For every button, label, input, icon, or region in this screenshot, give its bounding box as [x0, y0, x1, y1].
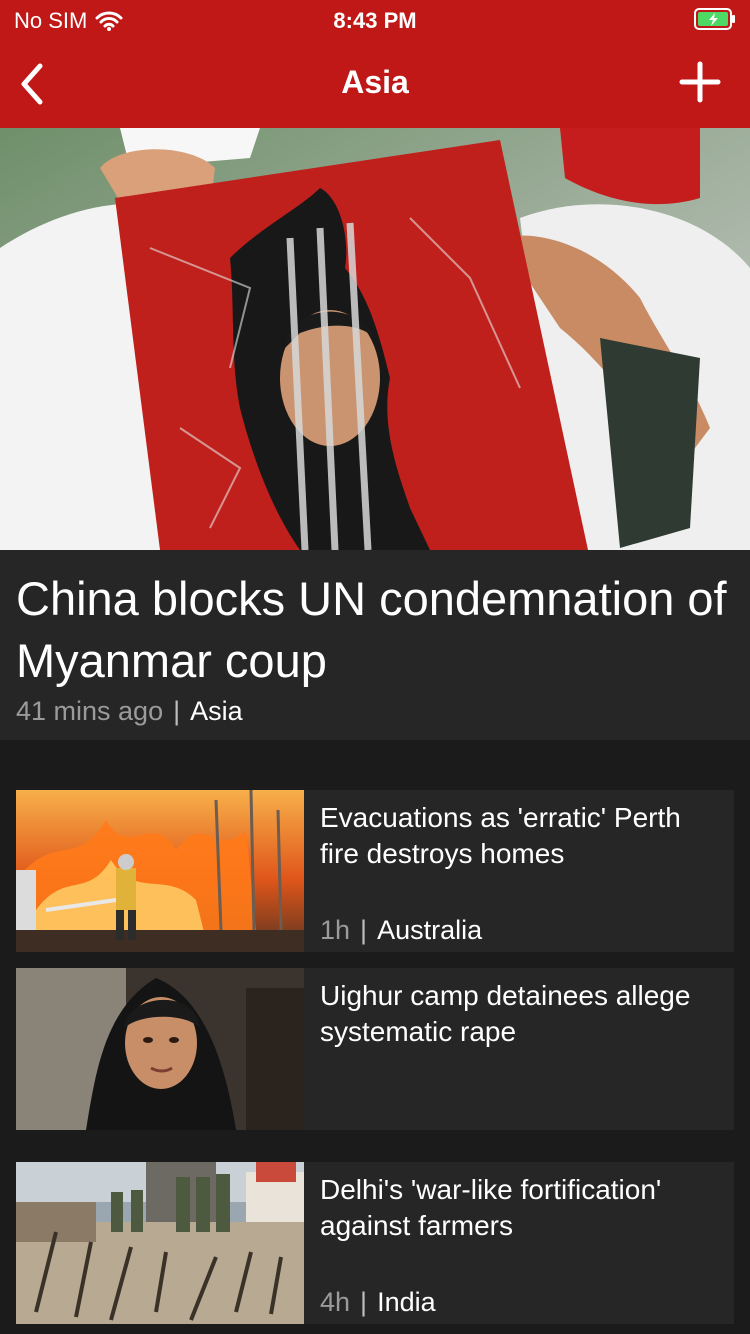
hero-meta: 41 mins ago | Asia	[16, 696, 243, 727]
story-category[interactable]: Australia	[377, 915, 482, 945]
status-time: 8:43 PM	[333, 8, 417, 33]
hero-time: 41 mins ago	[16, 696, 164, 726]
hero-story[interactable]: China blocks UN condemnation of Myanmar …	[0, 550, 750, 740]
story-time: 1h	[320, 915, 351, 945]
nav-bar: Asia	[0, 42, 750, 128]
hero-category[interactable]: Asia	[190, 696, 243, 726]
story-thumbnail[interactable]	[16, 1162, 304, 1324]
story-meta: 4h | India	[320, 1287, 436, 1318]
list-item[interactable]: Evacuations as 'erratic' Perth fire dest…	[16, 790, 734, 952]
list-item[interactable]: Uighur camp detainees allege systematic …	[16, 968, 734, 1130]
status-bar: No SIM 8:43 PM	[0, 0, 750, 42]
app-header: No SIM 8:43 PM Asia	[0, 0, 750, 128]
story-time: 4h	[320, 1287, 351, 1317]
story-headline[interactable]: Evacuations as 'erratic' Perth fire dest…	[320, 800, 720, 872]
story-thumbnail[interactable]	[16, 790, 304, 952]
story-category[interactable]: India	[377, 1287, 436, 1317]
plus-icon[interactable]	[678, 60, 722, 104]
battery-charging-icon	[694, 8, 735, 30]
meta-separator: |	[360, 915, 368, 945]
story-meta: 1h | Australia	[320, 915, 482, 946]
hero-image[interactable]	[0, 128, 750, 550]
meta-separator: |	[173, 696, 181, 726]
story-headline[interactable]: Uighur camp detainees allege systematic …	[320, 978, 720, 1050]
meta-separator: |	[360, 1287, 368, 1317]
hero-headline[interactable]: China blocks UN condemnation of Myanmar …	[16, 568, 734, 692]
story-thumbnail[interactable]	[16, 968, 304, 1130]
page-title: Asia	[341, 64, 409, 100]
story-headline[interactable]: Delhi's 'war-like fortification' against…	[320, 1172, 720, 1244]
list-item[interactable]: Delhi's 'war-like fortification' against…	[16, 1162, 734, 1324]
